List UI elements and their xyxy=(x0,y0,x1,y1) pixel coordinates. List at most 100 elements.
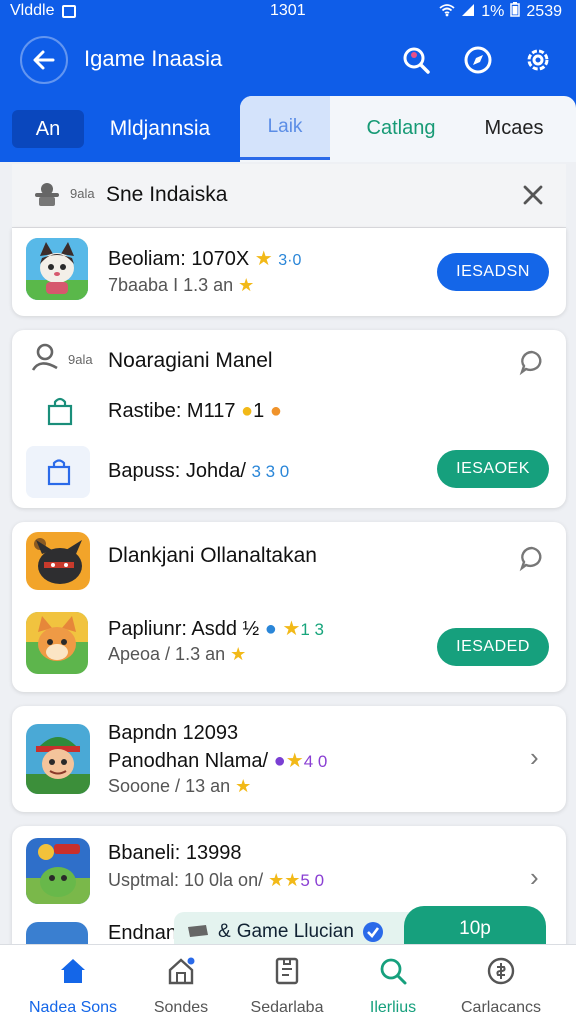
game-title: Bapndn 12093 xyxy=(108,722,239,744)
chevron-right-icon[interactable]: › xyxy=(530,862,539,893)
app-bar: Igame Inaasia xyxy=(0,24,576,96)
section-header: 9ala Sne Indaiska xyxy=(12,164,566,228)
game-title-text: Beoliam: 1070X xyxy=(108,248,250,270)
nav-label: Nadea Sons xyxy=(28,999,118,1016)
tab-laik[interactable]: Laik xyxy=(240,96,330,160)
game-title: Beoliam: 1070X ★ 3·0 xyxy=(108,246,301,271)
row-title: Rastibe: M117 ●1 ● xyxy=(108,400,282,423)
nav-label: Carlacancs xyxy=(460,999,542,1016)
page-title: Igame Inaasia xyxy=(84,46,223,71)
tab-mldjannsia[interactable]: Mldjannsia xyxy=(98,110,222,148)
game-title: Papliunr: Asdd ½ ● ★1 3 xyxy=(108,616,324,641)
nav-item-home[interactable]: Nadea Sons xyxy=(18,951,128,1021)
ticket-icon xyxy=(188,925,208,937)
game-subtitle-text: Apeoa / 1.3 an xyxy=(108,644,226,664)
row-title-text: Rastibe: M117 xyxy=(108,400,236,422)
game-icon-hero xyxy=(26,724,90,794)
card-title: Dlankjani Ollanaltakan xyxy=(108,544,317,567)
game-subtitle-text: 7baaba I 1.3 an xyxy=(108,275,234,295)
game-icon-fox xyxy=(26,612,88,674)
search-icon xyxy=(403,47,430,74)
game-card-4[interactable]: Bapndn 12093 Panodhan Nlama/ ●★4 0 Sooon… xyxy=(12,706,566,812)
search-icon xyxy=(377,955,409,987)
game-rating: 5 0 xyxy=(300,871,325,890)
star-icon: ★ xyxy=(285,750,304,772)
game-subtitle-text: Sooone / 13 an xyxy=(108,776,231,796)
install-button[interactable]: IESAOEK xyxy=(437,450,549,488)
person-icon xyxy=(30,342,60,379)
emoji-icon: ● xyxy=(241,400,254,422)
explore-button[interactable] xyxy=(458,40,498,80)
verified-icon xyxy=(362,922,383,942)
game-subtitle-text: Usptmal: 10 0la on/ xyxy=(108,870,264,890)
coin-icon xyxy=(485,955,517,987)
game-subtitle: Sooone / 13 an ★ xyxy=(108,776,251,797)
tab-catalog[interactable]: Catlang xyxy=(348,96,454,160)
globe-icon: ● xyxy=(264,618,277,640)
status-left-text: Vlddle xyxy=(10,2,55,19)
row-rating: 3 3 0 xyxy=(251,462,290,481)
nav-item-sondes[interactable]: Sondes xyxy=(126,951,236,1021)
install-button[interactable]: IESADSN xyxy=(437,253,549,291)
chat-icon[interactable] xyxy=(518,348,546,376)
game-rating: 3·0 xyxy=(278,252,302,269)
badge-icon: ● xyxy=(273,750,286,772)
bag-icon-tile xyxy=(26,446,90,498)
game-card-1[interactable]: Beoliam: 1070X ★ 3·0 7baaba I 1.3 an ★ I… xyxy=(12,228,566,316)
install-button[interactable]: IESADED xyxy=(437,628,549,666)
bag-icon xyxy=(47,459,71,486)
game-subtitle: 7baaba I 1.3 an ★ xyxy=(108,275,254,296)
screen-icon xyxy=(62,4,77,18)
star-icon: ★ xyxy=(254,248,273,270)
game-icon-cat xyxy=(26,238,88,300)
search-button[interactable] xyxy=(396,40,436,80)
hat-icon xyxy=(32,180,62,215)
house-icon xyxy=(165,955,197,987)
star-icon: ★ xyxy=(235,776,252,796)
row-title: Bapuss: Johda/ 3 3 0 xyxy=(108,460,289,483)
tab-app[interactable]: An xyxy=(12,110,84,148)
star-icon: ★ xyxy=(238,275,255,295)
back-button[interactable] xyxy=(20,36,68,84)
star-icon: ★ xyxy=(230,644,247,664)
tab-more[interactable]: Mcaes xyxy=(466,96,562,160)
game-icon-ninja xyxy=(26,532,90,590)
game-title-text: Papliunr: Asdd ½ xyxy=(108,618,260,640)
bag-icon xyxy=(46,396,74,431)
back-arrow-icon xyxy=(33,50,55,70)
game-card-3[interactable]: Dlankjani Ollanaltakan Papliunr: Asdd ½ … xyxy=(12,522,566,692)
document-icon xyxy=(271,955,303,987)
game-card-2[interactable]: 9ala Noaragiani Manel Rastibe: M117 ●1 ●… xyxy=(12,330,566,508)
ampersand: & xyxy=(218,921,231,942)
nav-item-ilerlius[interactable]: Ilerlius xyxy=(338,951,448,1021)
game-icon-dragon xyxy=(26,838,90,904)
status-time: 1301 xyxy=(270,2,306,19)
game-title: Bbaneli: 13998 xyxy=(108,842,242,864)
battery-text: 1% xyxy=(481,3,505,20)
nav-label: Ilerlius xyxy=(369,999,417,1016)
close-icon[interactable] xyxy=(520,182,546,213)
nav-item-carlacancs[interactable]: Carlacancs xyxy=(446,951,556,1021)
status-right-time: 2539 xyxy=(526,3,562,20)
home-icon xyxy=(57,955,89,987)
wifi-icon xyxy=(439,3,455,22)
star-icon: ★ xyxy=(268,870,285,890)
star-icon: ★ xyxy=(284,870,301,890)
nav-item-sedarlaba[interactable]: Sedarlaba xyxy=(232,951,342,1021)
card-prefix: 9ala xyxy=(68,352,93,367)
star-icon: ★ xyxy=(282,618,301,640)
bottom-nav: Nadea Sons Sondes Sedarlaba Ilerlius Car… xyxy=(0,944,576,1024)
face-icon: ● xyxy=(269,400,282,422)
status-bar: Vlddle 1301 1% 2539 xyxy=(0,0,576,24)
nav-label: Sedarlaba xyxy=(250,999,324,1016)
chevron-right-icon[interactable]: › xyxy=(530,742,539,773)
game-subtitle: Usptmal: 10 0la on/ ★★5 0 xyxy=(108,870,324,891)
battery-icon xyxy=(510,2,521,22)
game-title-2: Panodhan Nlama/ ●★4 0 xyxy=(108,748,327,773)
settings-button[interactable] xyxy=(518,40,558,80)
game-subtitle: Apeoa / 1.3 an ★ xyxy=(108,644,246,665)
gear-icon xyxy=(527,49,549,71)
floating-banner-text: Game Llucian xyxy=(236,921,354,942)
game-rating: 1 3 xyxy=(300,620,325,639)
chat-icon[interactable] xyxy=(518,544,546,572)
